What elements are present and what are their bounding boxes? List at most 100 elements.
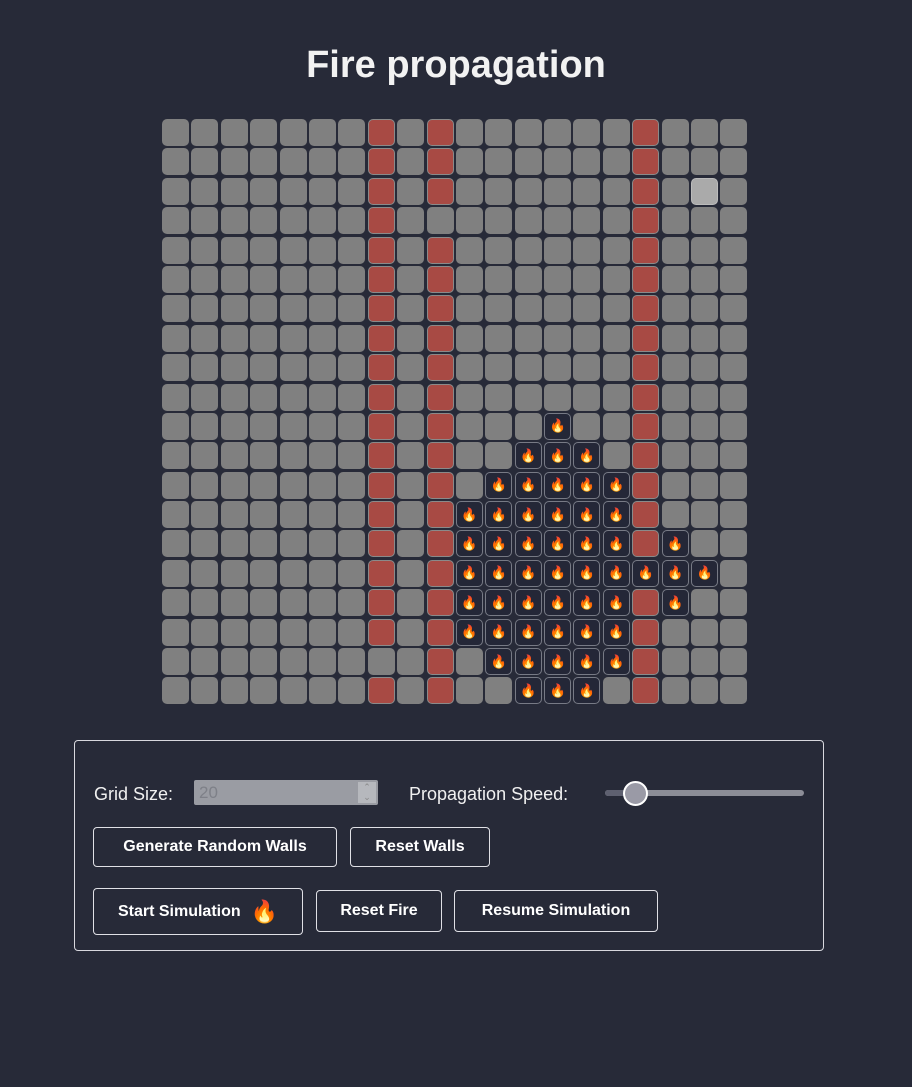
grid-cell-empty[interactable] xyxy=(220,618,248,646)
grid-cell-empty[interactable] xyxy=(308,265,336,293)
grid-cell-fire[interactable]: 🔥 xyxy=(573,559,601,587)
grid-cell-empty[interactable] xyxy=(279,589,307,617)
grid-cell-fire[interactable]: 🔥 xyxy=(573,471,601,499)
grid-cell-empty[interactable] xyxy=(220,530,248,558)
grid-cell-empty[interactable] xyxy=(720,295,748,323)
grid-cell-empty[interactable] xyxy=(397,530,425,558)
grid-cell-fire[interactable]: 🔥 xyxy=(544,559,572,587)
grid-cell-empty[interactable] xyxy=(573,295,601,323)
grid-cell-empty[interactable] xyxy=(691,530,719,558)
grid-cell-empty[interactable] xyxy=(514,383,542,411)
grid-cell-empty[interactable] xyxy=(279,677,307,705)
grid-cell-empty[interactable] xyxy=(573,207,601,235)
grid-cell-empty[interactable] xyxy=(250,119,278,146)
spinner-arrows-icon[interactable]: ⌃ ⌄ xyxy=(358,782,376,803)
grid-cell-empty[interactable] xyxy=(367,648,395,676)
propagation-speed-slider[interactable] xyxy=(605,781,804,806)
grid-cell-empty[interactable] xyxy=(308,207,336,235)
grid-cell-empty[interactable] xyxy=(308,648,336,676)
grid-cell-empty[interactable] xyxy=(485,148,513,176)
grid-cell-empty[interactable] xyxy=(250,559,278,587)
grid-cell-empty[interactable] xyxy=(720,148,748,176)
grid-cell-empty[interactable] xyxy=(191,207,219,235)
grid-cell-wall[interactable] xyxy=(426,383,454,411)
grid-cell-wall[interactable] xyxy=(426,119,454,146)
grid-cell-wall[interactable] xyxy=(426,177,454,205)
grid-cell-empty[interactable] xyxy=(279,442,307,470)
grid-cell-empty[interactable] xyxy=(544,383,572,411)
grid-cell-empty[interactable] xyxy=(250,442,278,470)
grid-cell-empty[interactable] xyxy=(338,383,366,411)
grid-cell-empty[interactable] xyxy=(308,677,336,705)
grid-cell-fire[interactable]: 🔥 xyxy=(573,501,601,529)
grid-cell-empty[interactable] xyxy=(220,501,248,529)
grid-cell-empty[interactable] xyxy=(544,236,572,264)
grid-cell-empty[interactable] xyxy=(691,501,719,529)
grid-cell-empty[interactable] xyxy=(720,207,748,235)
grid-cell-empty[interactable] xyxy=(602,677,630,705)
grid-cell-empty[interactable] xyxy=(220,471,248,499)
grid-cell-empty[interactable] xyxy=(485,207,513,235)
grid-cell-empty[interactable] xyxy=(338,501,366,529)
grid-cell-empty[interactable] xyxy=(691,471,719,499)
grid-cell-empty[interactable] xyxy=(308,412,336,440)
grid-cell-fire[interactable]: 🔥 xyxy=(485,501,513,529)
grid-cell-fire[interactable]: 🔥 xyxy=(485,559,513,587)
grid-cell-empty[interactable] xyxy=(250,295,278,323)
grid-cell-empty[interactable] xyxy=(720,354,748,382)
grid-cell-empty[interactable] xyxy=(397,324,425,352)
grid-cell-empty[interactable] xyxy=(602,177,630,205)
grid-cell-empty[interactable] xyxy=(250,265,278,293)
grid-cell-empty[interactable] xyxy=(338,442,366,470)
grid-cell-empty[interactable] xyxy=(279,207,307,235)
grid-cell-empty[interactable] xyxy=(544,177,572,205)
grid-cell-empty[interactable] xyxy=(602,412,630,440)
grid-cell-empty[interactable] xyxy=(691,295,719,323)
grid-cell-empty[interactable] xyxy=(308,354,336,382)
grid-cell-empty[interactable] xyxy=(279,265,307,293)
grid-cell-empty[interactable] xyxy=(514,207,542,235)
grid-cell-fire[interactable]: 🔥 xyxy=(661,530,689,558)
grid-cell-fire[interactable]: 🔥 xyxy=(544,530,572,558)
grid-cell-empty[interactable] xyxy=(573,236,601,264)
grid-cell-empty[interactable] xyxy=(661,354,689,382)
grid-cell-fire[interactable]: 🔥 xyxy=(602,648,630,676)
grid-cell-empty[interactable] xyxy=(602,442,630,470)
grid-cell-empty[interactable] xyxy=(220,324,248,352)
grid-cell-empty[interactable] xyxy=(720,559,748,587)
grid-cell-empty[interactable] xyxy=(162,677,189,705)
grid-cell-fire[interactable]: 🔥 xyxy=(544,677,572,705)
grid-cell-empty[interactable] xyxy=(191,412,219,440)
grid-cell-empty[interactable] xyxy=(514,148,542,176)
grid-cell-empty[interactable] xyxy=(279,354,307,382)
grid-cell-empty[interactable] xyxy=(338,148,366,176)
grid-cell-empty[interactable] xyxy=(191,530,219,558)
grid-cell-wall[interactable] xyxy=(632,119,660,146)
grid-cell-empty[interactable] xyxy=(573,265,601,293)
grid-cell-empty[interactable] xyxy=(397,383,425,411)
grid-cell-empty[interactable] xyxy=(162,236,189,264)
grid-cell-empty[interactable] xyxy=(691,354,719,382)
grid-cell-wall[interactable] xyxy=(426,324,454,352)
grid-cell-empty[interactable] xyxy=(338,119,366,146)
grid-cell-wall[interactable] xyxy=(632,354,660,382)
start-simulation-button[interactable]: Start Simulation 🔥 xyxy=(93,888,303,935)
grid-cell-empty[interactable] xyxy=(308,383,336,411)
grid-cell-empty[interactable] xyxy=(573,177,601,205)
grid-cell-empty[interactable] xyxy=(397,559,425,587)
grid-cell-fire[interactable]: 🔥 xyxy=(632,559,660,587)
grid-cell-empty[interactable] xyxy=(691,442,719,470)
grid-cell-fire[interactable]: 🔥 xyxy=(661,559,689,587)
grid-cell-empty[interactable] xyxy=(602,207,630,235)
grid-cell-empty[interactable] xyxy=(691,207,719,235)
grid-cell-empty[interactable] xyxy=(602,383,630,411)
grid-cell-empty[interactable] xyxy=(602,148,630,176)
grid-cell-wall[interactable] xyxy=(426,471,454,499)
grid-cell-empty[interactable] xyxy=(338,589,366,617)
grid-cell-fire[interactable]: 🔥 xyxy=(573,677,601,705)
grid-cell-empty[interactable] xyxy=(162,295,189,323)
grid-cell-empty[interactable] xyxy=(397,501,425,529)
grid-cell-empty[interactable] xyxy=(485,412,513,440)
grid-cell-empty[interactable] xyxy=(514,412,542,440)
grid-cell-empty[interactable] xyxy=(514,265,542,293)
